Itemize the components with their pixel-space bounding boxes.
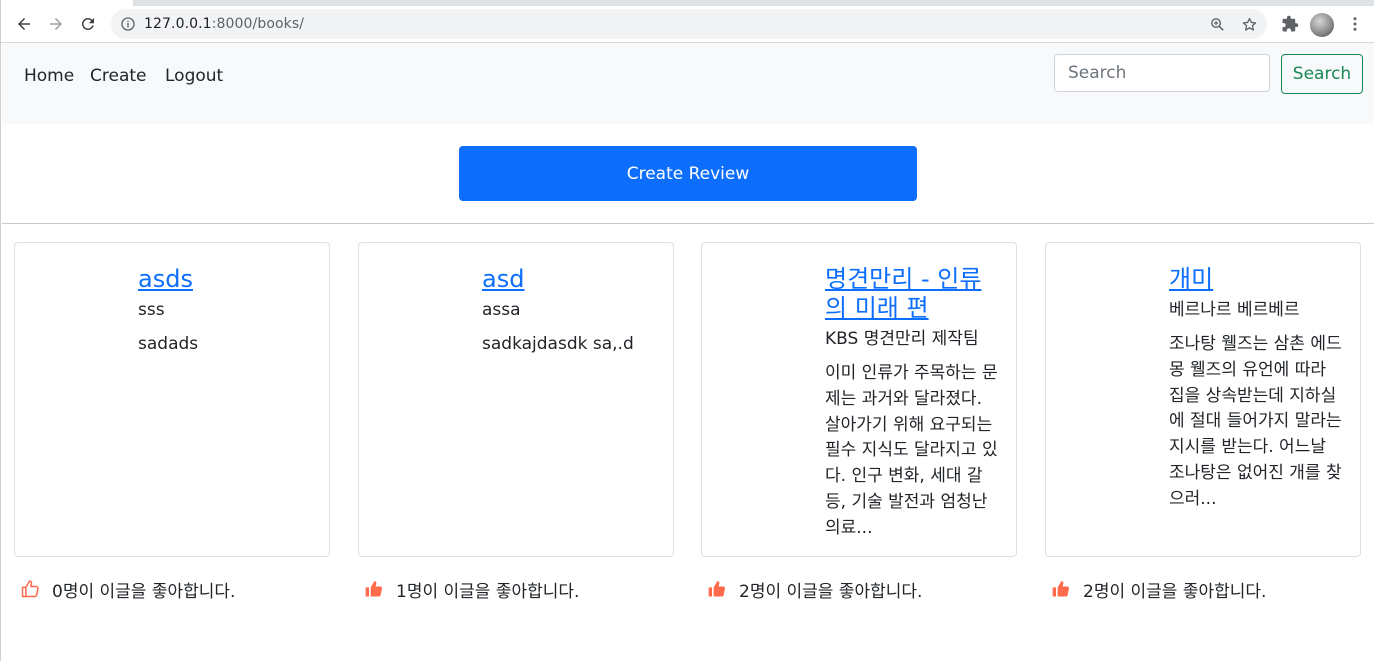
- thumbs-up-filled-icon[interactable]: [1051, 579, 1071, 599]
- nav-logout-link[interactable]: Logout: [165, 66, 223, 86]
- book-card: asd assa sadkajdasdk sa,.d: [358, 242, 674, 557]
- card-subtitle: 베르나르 베르베르: [1169, 300, 1300, 320]
- browser-toolbar: 127.0.0.1:8000/books/: [1, 6, 1374, 43]
- book-card: 개미 베르나르 베르베르 조나탕 웰즈는 삼촌 에드몽 웰즈의 유언에 따라 집…: [1045, 242, 1361, 557]
- book-card: asds sss sadads: [14, 242, 330, 557]
- divider: [2, 223, 1374, 224]
- card-title-link[interactable]: 개미: [1169, 265, 1344, 294]
- card-subtitle: assa: [482, 300, 521, 320]
- card-title-link[interactable]: asd: [482, 265, 657, 294]
- card-title-link[interactable]: asds: [138, 265, 313, 294]
- like-row: 2명이 이글을 좋아합니다.: [707, 576, 922, 602]
- card-body: 명견만리 - 인류의 미래 편 KBS 명견만리 제작팀 이미 인류가 주목하는…: [825, 265, 1000, 542]
- card-text: 조나탕 웰즈는 삼촌 에드몽 웰즈의 유언에 따라 집을 상속받는데 지하실에 …: [1169, 334, 1342, 509]
- like-count-text: 2명이 이글을 좋아합니다.: [1083, 581, 1267, 602]
- star-icon[interactable]: [1241, 16, 1258, 33]
- back-icon: [18, 18, 30, 30]
- profile-avatar[interactable]: [1310, 13, 1334, 37]
- card-title-link[interactable]: 명견만리 - 인류의 미래 편: [825, 265, 1000, 323]
- card-text: sadkajdasdk sa,.d: [482, 334, 634, 354]
- like-count-text: 2명이 이글을 좋아합니다.: [739, 581, 923, 602]
- extensions-icon[interactable]: [1281, 15, 1299, 33]
- zoom-icon[interactable]: [1209, 16, 1226, 33]
- search-input[interactable]: [1054, 54, 1270, 92]
- card-subtitle: sss: [138, 300, 165, 320]
- back-button[interactable]: [10, 10, 38, 38]
- card-text: sadads: [138, 334, 199, 354]
- card-body: asd assa sadkajdasdk sa,.d: [482, 265, 657, 358]
- card-body: 개미 베르나르 베르베르 조나탕 웰즈는 삼촌 에드몽 웰즈의 유언에 따라 집…: [1169, 265, 1344, 513]
- thumbs-up-filled-icon[interactable]: [707, 579, 727, 599]
- info-icon[interactable]: [120, 16, 136, 32]
- reload-button[interactable]: [74, 10, 102, 38]
- forward-button[interactable]: [42, 10, 70, 38]
- nav-home-link[interactable]: Home: [24, 66, 74, 86]
- search-button[interactable]: Search: [1281, 54, 1363, 94]
- thumbs-up-outline-icon[interactable]: [20, 579, 40, 599]
- card-text: 이미 인류가 주목하는 문제는 과거와 달라졌다. 살아가기 위해 요구되는 필…: [825, 363, 998, 538]
- site-navbar: Home Create Logout Search: [2, 43, 1374, 124]
- menu-icon[interactable]: [1346, 15, 1364, 33]
- url-text: 127.0.0.1:8000/books/: [144, 16, 305, 32]
- card-subtitle: KBS 명견만리 제작팀: [825, 329, 979, 349]
- like-count-text: 1명이 이글을 좋아합니다.: [396, 581, 580, 602]
- address-bar[interactable]: 127.0.0.1:8000/books/: [111, 9, 1267, 39]
- create-review-button[interactable]: Create Review: [459, 146, 917, 201]
- card-body: asds sss sadads: [138, 265, 313, 358]
- like-row: 1명이 이글을 좋아합니다.: [364, 576, 579, 602]
- nav-create-link[interactable]: Create: [90, 66, 147, 86]
- book-card: 명견만리 - 인류의 미래 편 KBS 명견만리 제작팀 이미 인류가 주목하는…: [701, 242, 1017, 557]
- like-row: 0명이 이글을 좋아합니다.: [20, 576, 235, 602]
- thumbs-up-filled-icon[interactable]: [364, 579, 384, 599]
- reload-icon: [81, 17, 94, 30]
- forward-icon: [50, 18, 62, 30]
- like-row: 2명이 이글을 좋아합니다.: [1051, 576, 1266, 602]
- like-count-text: 0명이 이글을 좋아합니다.: [52, 581, 236, 602]
